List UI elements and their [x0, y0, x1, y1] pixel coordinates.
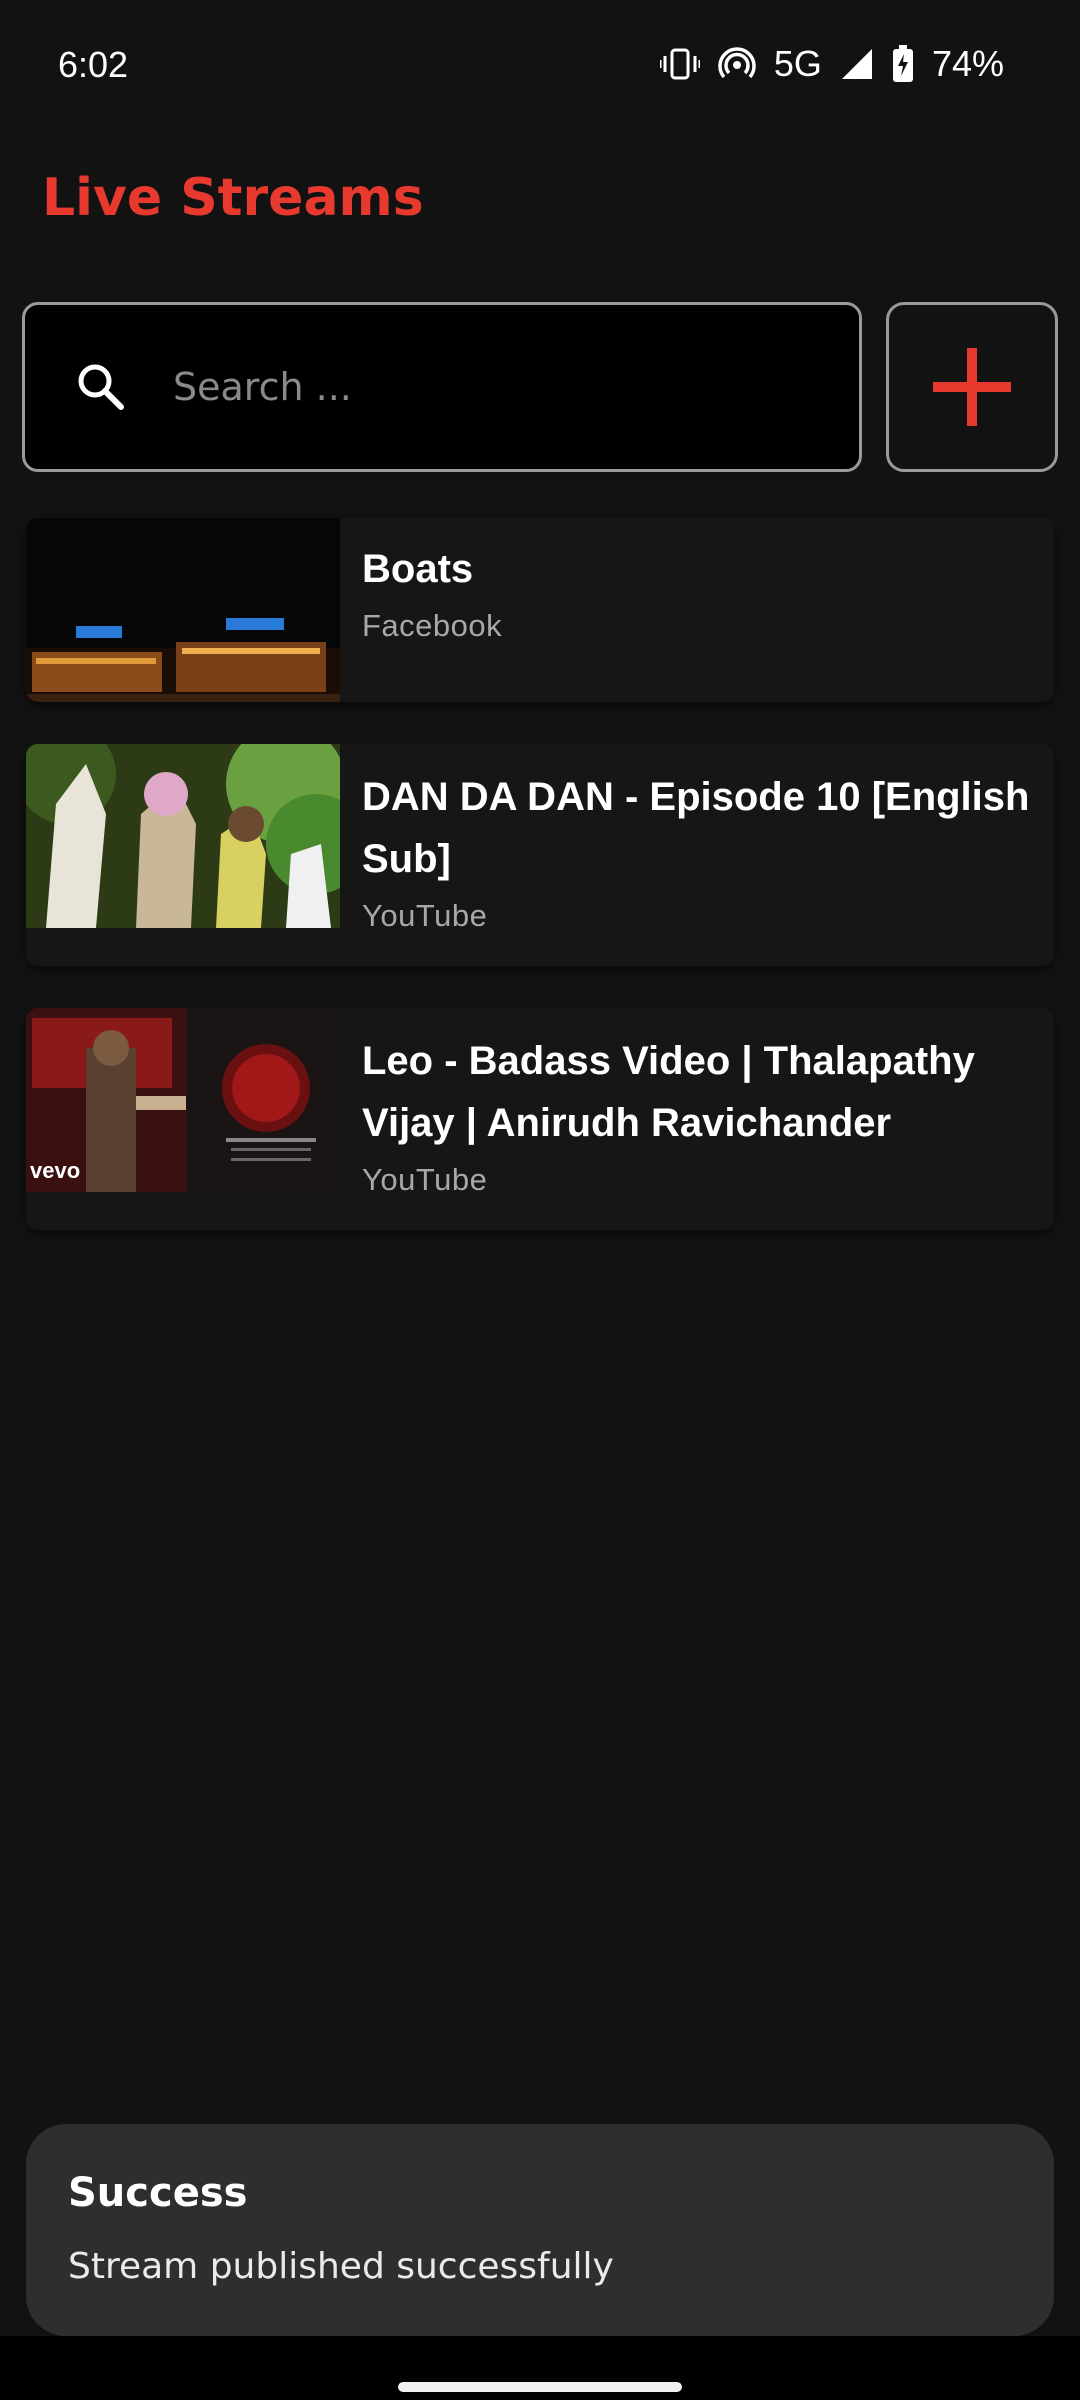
stream-title: Boats: [362, 547, 474, 591]
battery-percent: 74%: [931, 43, 1004, 84]
hotspot-icon: [718, 45, 756, 83]
search-input[interactable]: [171, 364, 815, 410]
plus-icon: [933, 348, 1011, 426]
stream-item[interactable]: Boats Facebook: [26, 518, 1054, 702]
status-time: 6:02: [58, 44, 129, 85]
search-box[interactable]: [22, 302, 862, 472]
signal-icon: [840, 47, 874, 81]
home-indicator[interactable]: [398, 2382, 682, 2392]
toast-title: Success: [68, 2170, 248, 2216]
search-icon: [78, 364, 124, 410]
screen: 6:02 5G 74% Live Streams Search ... Boat…: [0, 0, 1080, 2400]
stream-title: DAN DA DAN - Episode 10 [English Sub]: [362, 775, 1030, 881]
stream-title: Leo - Badass Video | Thalapathy Vijay | …: [362, 1039, 975, 1145]
vevo-logo: vevo: [30, 1158, 81, 1183]
status-bar: 6:02 5G 74%: [0, 0, 1080, 130]
stream-thumbnail: [26, 744, 340, 928]
vibrate-icon: [659, 46, 700, 82]
battery-icon: [892, 45, 914, 83]
stream-source: YouTube: [362, 898, 488, 933]
stream-source: YouTube: [362, 1162, 488, 1197]
stream-source: Facebook: [362, 608, 503, 643]
stream-thumbnail: [26, 518, 340, 702]
add-stream-button[interactable]: [886, 302, 1058, 472]
status-icons: 5G 74%: [659, 40, 1004, 88]
page-title: Live Streams: [42, 168, 424, 228]
network-type: 5G: [773, 43, 822, 84]
toast-message: Stream published successfully: [68, 2246, 614, 2287]
stream-item[interactable]: vevo Leo - Badass Video | Thalapathy Vij…: [26, 1008, 1054, 1230]
success-toast: Success Stream published successfully: [26, 2124, 1054, 2336]
stream-item[interactable]: DAN DA DAN - Episode 10 [English Sub] Yo…: [26, 744, 1054, 966]
